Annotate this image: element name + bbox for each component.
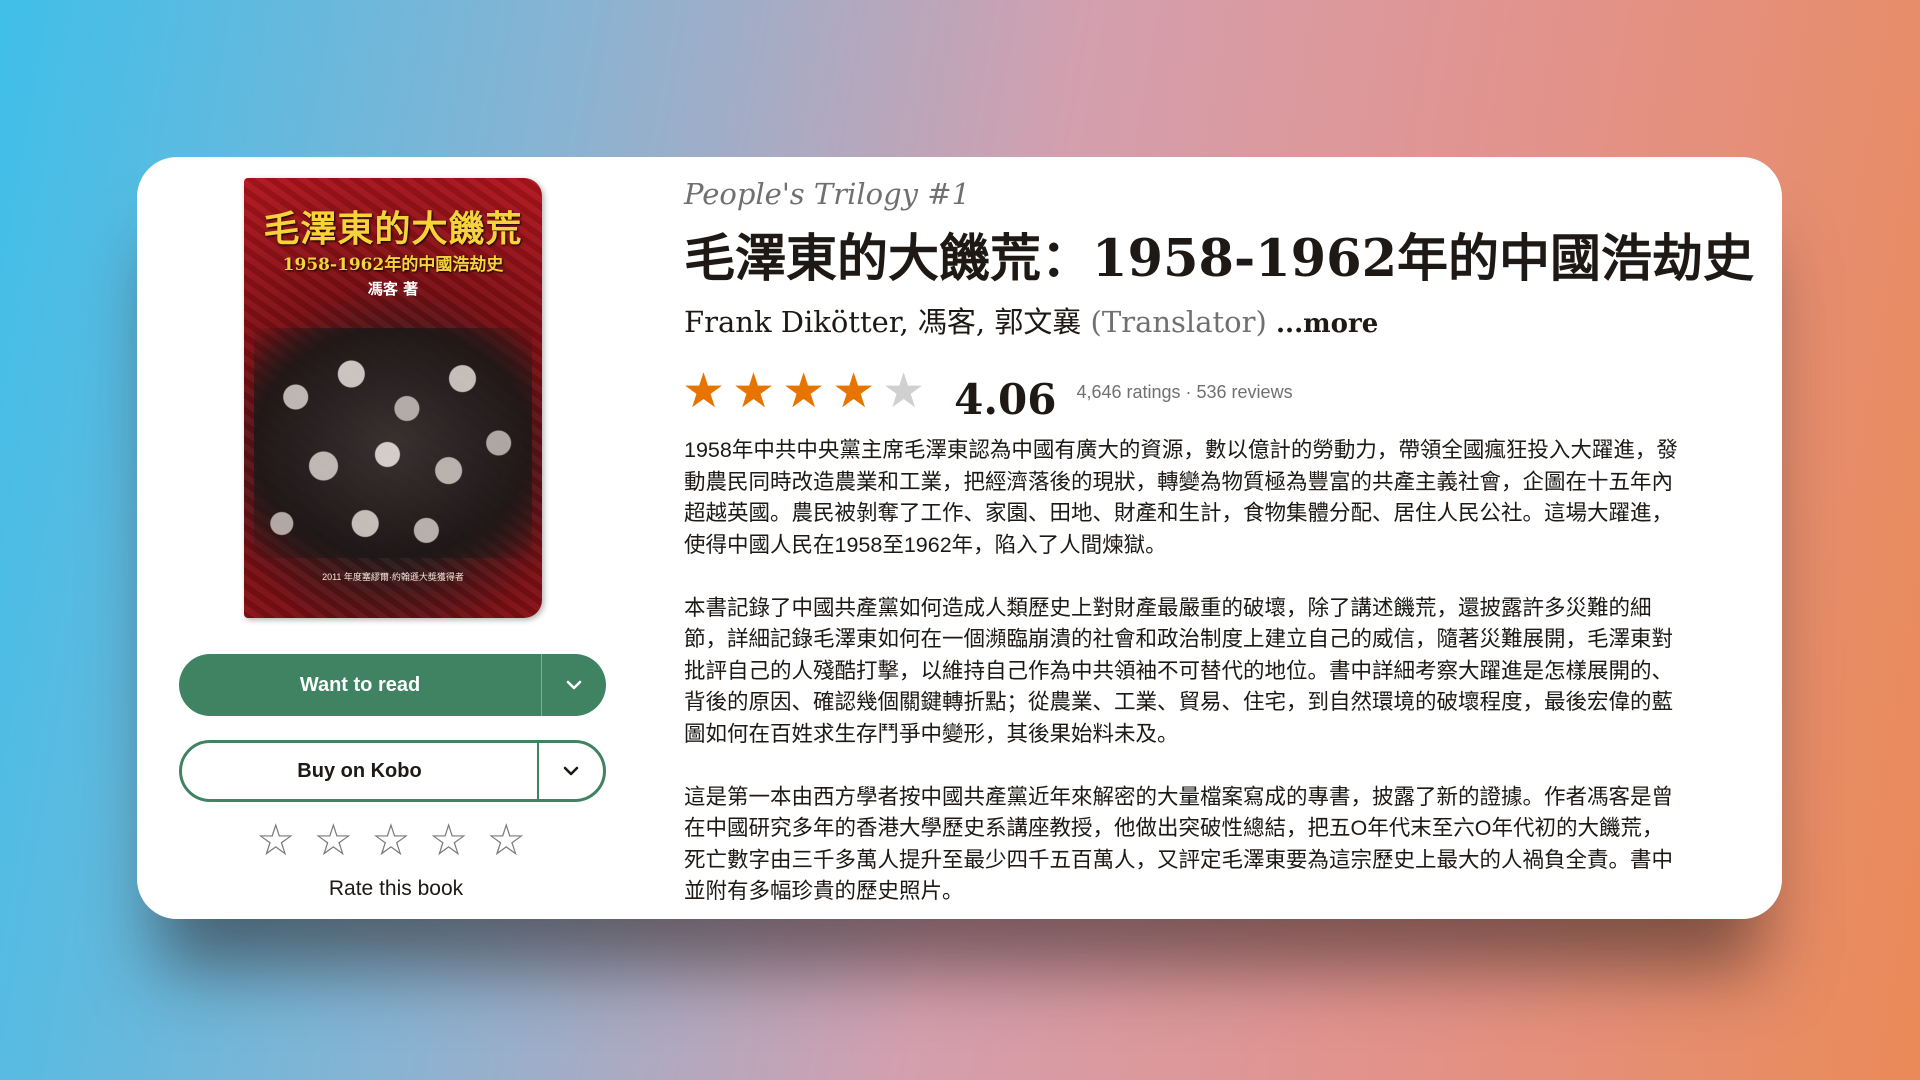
rate-star-1-icon[interactable]: ☆ <box>256 819 295 863</box>
author-names[interactable]: Frank Dikötter, 馮客, 郭文襄 <box>684 305 1081 339</box>
author-list: Frank Dikötter, 馮客, 郭文襄 (Translator) ...… <box>684 299 1378 341</box>
ratings-reviews-count[interactable]: 4,646 ratings · 536 reviews <box>1076 382 1292 403</box>
rate-star-3-icon[interactable]: ☆ <box>371 819 410 863</box>
buy-options-dropdown-button[interactable] <box>537 743 603 799</box>
more-authors-link[interactable]: ...more <box>1276 309 1378 339</box>
rate-this-book-label: Rate this book <box>328 877 464 900</box>
rate-star-2-icon[interactable]: ☆ <box>314 819 353 863</box>
chevron-down-icon <box>566 680 582 690</box>
book-card: 毛澤東的大饑荒 1958-1962年的中國浩劫史 馮客 著 2011 年度塞繆爾… <box>137 157 1782 919</box>
cover-subtitle: 1958-1962年的中國浩劫史 <box>282 255 504 275</box>
description-paragraph-3: 這是第一本由西方學者按中國共產黨近年來解密的大量檔案寫成的專書，披露了新的證據。… <box>684 784 1674 904</box>
want-to-read-button[interactable]: Want to read <box>179 654 606 716</box>
cover-photo-crowd <box>254 328 532 558</box>
book-title: 毛澤東的大饑荒：1958-1962年的中國浩劫史 <box>684 229 1755 289</box>
shelf-dropdown-button[interactable] <box>541 654 606 716</box>
book-cover-image[interactable]: 毛澤東的大饑荒 1958-1962年的中國浩劫史 馮客 著 2011 年度塞繆爾… <box>244 178 542 618</box>
series-link[interactable]: People's Trilogy #1 <box>684 177 970 211</box>
rating-star-2-icon: ★ <box>732 365 776 418</box>
cover-award: 2011 年度塞繆爾·約翰遜大獎獲得者 <box>322 572 464 582</box>
rate-star-4-icon[interactable]: ☆ <box>429 819 468 863</box>
average-rating: 4.06 <box>954 374 1057 424</box>
want-to-read-label[interactable]: Want to read <box>179 654 541 716</box>
rate-star-5-icon[interactable]: ☆ <box>487 819 526 863</box>
buy-on-kobo-label[interactable]: Buy on Kobo <box>182 743 537 799</box>
description-paragraph-2: 本書記錄了中國共產黨如何造成人類歷史上對財產最嚴重的破壞，除了講述饑荒，還披露許… <box>684 595 1674 746</box>
buy-on-kobo-button[interactable]: Buy on Kobo <box>179 740 606 802</box>
rating-star-1-icon: ★ <box>682 365 726 418</box>
cover-author: 馮客 著 <box>367 280 419 298</box>
rating-row: ★ ★ ★ ★ ★ 4.06 4,646 ratings · 536 revie… <box>682 362 1293 424</box>
rating-star-3-icon: ★ <box>782 365 826 418</box>
rate-stars[interactable]: ☆ ☆ ☆ ☆ ☆ <box>256 819 526 863</box>
description-paragraph-1: 1958年中共中央黨主席毛澤東認為中國有廣大的資源，數以億計的勞動力，帶領全國瘋… <box>684 438 1678 557</box>
rating-star-4-icon: ★ <box>832 365 876 418</box>
translator-role: (Translator) <box>1090 305 1267 339</box>
rating-star-5-icon: ★ <box>882 365 926 418</box>
cover-title: 毛澤東的大饑荒 <box>263 208 523 250</box>
book-description: 1958年中共中央黨主席毛澤東認為中國有廣大的資源，數以億計的勞動力，帶領全國瘋… <box>684 435 1684 919</box>
chevron-down-icon <box>563 766 579 776</box>
